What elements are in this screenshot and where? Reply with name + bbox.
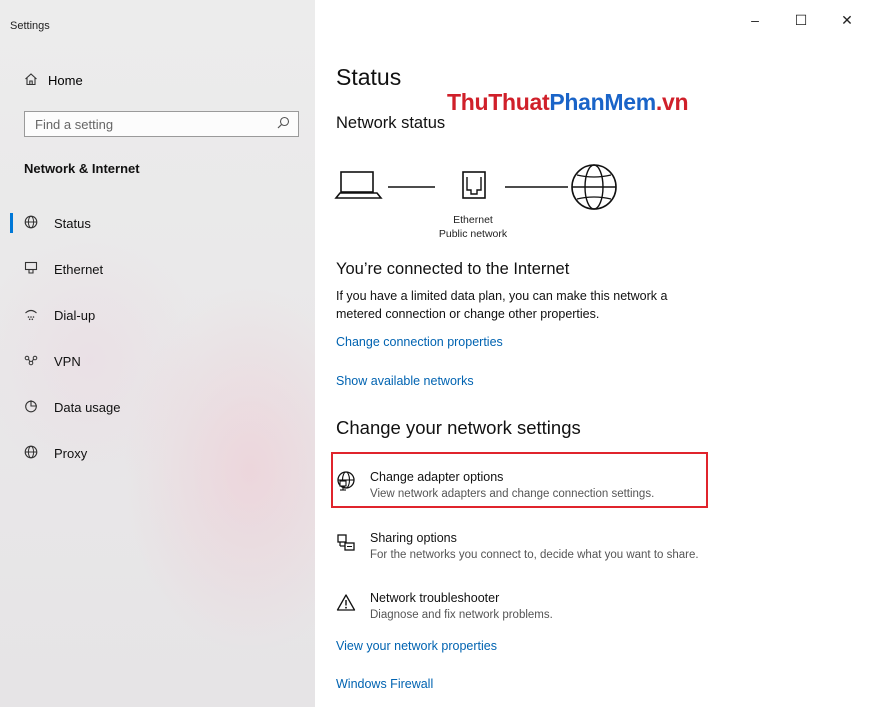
network-diagram-graphic (334, 164, 617, 210)
laptop-icon (334, 171, 383, 199)
sidebar: Settings Home Find a setting Network & I… (0, 0, 315, 707)
view-network-properties-link[interactable]: View your network properties (336, 639, 497, 653)
window-controls: – ☐ ✕ (732, 12, 870, 29)
sharing-options[interactable]: Sharing options For the networks you con… (336, 530, 699, 564)
sidebar-item-proxy[interactable]: Proxy (0, 430, 315, 476)
sidebar-item-vpn[interactable]: VPN (0, 338, 315, 384)
connected-description: If you have a limited data plan, you can… (336, 289, 668, 321)
search-input[interactable]: Find a setting (24, 111, 299, 137)
option-title: Sharing options (370, 531, 457, 545)
connected-heading: You’re connected to the Internet (336, 260, 570, 278)
ethernet-icon (24, 261, 54, 278)
home-icon (24, 72, 48, 89)
section-heading: Network & Internet (24, 161, 140, 176)
highlight-box (331, 452, 708, 508)
search-icon[interactable] (277, 116, 290, 132)
sidebar-item-data-usage[interactable]: Data usage (0, 384, 315, 430)
search-placeholder: Find a setting (35, 116, 114, 132)
network-type: Public network (438, 228, 508, 240)
diagram-caption: Ethernet Public network (418, 213, 528, 241)
ethernet-port-icon (462, 171, 486, 199)
globe-icon (24, 445, 54, 462)
sidebar-item-dialup[interactable]: Dial-up (0, 292, 315, 338)
sidebar-item-label: Ethernet (54, 261, 104, 277)
page-title: Status (336, 64, 402, 90)
option-title: Network troubleshooter (370, 591, 500, 605)
windows-firewall-link[interactable]: Windows Firewall (336, 677, 433, 691)
sidebar-item-label: VPN (54, 353, 81, 369)
sidebar-item-status[interactable]: Status (0, 200, 315, 246)
home-nav-item[interactable]: Home (24, 70, 83, 90)
maximize-button[interactable]: ☐ (778, 12, 824, 29)
change-connection-properties-link[interactable]: Change connection properties (336, 335, 503, 349)
sidebar-item-label: Status (54, 215, 91, 231)
network-troubleshooter[interactable]: Network troubleshooter Diagnose and fix … (336, 590, 553, 624)
home-label: Home (48, 72, 83, 88)
window-title: Settings (10, 20, 50, 32)
dialup-icon (24, 307, 54, 324)
warning-icon (336, 590, 370, 624)
adapter-name: Ethernet (453, 214, 493, 226)
close-button[interactable]: ✕ (824, 12, 870, 29)
option-subtitle: For the networks you connect to, decide … (370, 549, 699, 561)
data-usage-icon (24, 399, 54, 416)
sidebar-item-label: Proxy (54, 445, 88, 461)
sidebar-item-label: Data usage (54, 399, 121, 415)
internet-globe-icon (571, 164, 617, 210)
watermark: ThuThuatPhanMem.vn (447, 89, 689, 115)
vpn-icon (24, 353, 54, 370)
show-available-networks-link[interactable]: Show available networks (336, 374, 474, 388)
sharing-icon (336, 530, 370, 564)
option-subtitle: Diagnose and fix network problems. (370, 609, 553, 621)
sidebar-nav: Status Ethernet Dial-up VPN Data usage P… (0, 200, 315, 476)
sidebar-item-ethernet[interactable]: Ethernet (0, 246, 315, 292)
minimize-button[interactable]: – (732, 12, 778, 29)
network-status-heading: Network status (336, 114, 446, 132)
change-settings-heading: Change your network settings (336, 417, 581, 438)
globe-icon (24, 215, 54, 232)
sidebar-item-label: Dial-up (54, 307, 96, 323)
